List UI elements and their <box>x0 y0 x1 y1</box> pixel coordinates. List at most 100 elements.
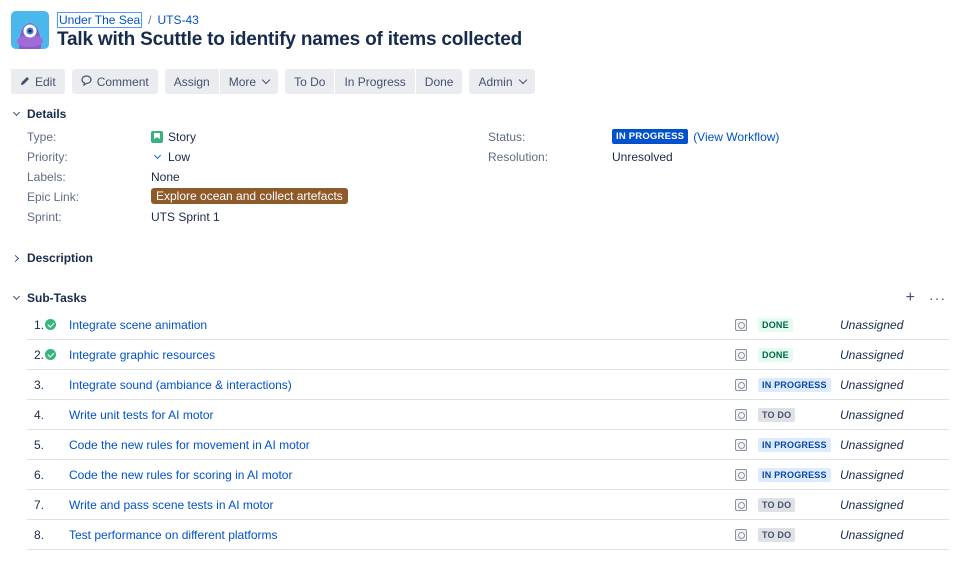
subtask-status-lozenge: TO DO <box>758 497 796 512</box>
type-value-text: Story <box>168 130 197 144</box>
breadcrumb-separator: / <box>148 13 152 27</box>
assign-button[interactable]: Assign <box>164 69 219 94</box>
resolution-label: Resolution: <box>488 150 549 164</box>
breadcrumb-issue-key-link[interactable]: UTS-43 <box>158 13 199 27</box>
chevron-down-icon <box>11 292 21 303</box>
to-do-button[interactable]: To Do <box>285 69 335 94</box>
subtask-number: 7. <box>34 497 45 512</box>
epic-lozenge[interactable]: Explore ocean and collect artefacts <box>151 188 348 204</box>
chevron-down-icon <box>11 108 21 119</box>
subtask-number: 5. <box>34 437 45 452</box>
details-heading: Details <box>27 107 67 121</box>
subtask-status-lozenge: TO DO <box>758 527 796 542</box>
comment-button-label: Comment <box>96 74 149 89</box>
subtask-number: 4. <box>34 407 45 422</box>
assignee-avatar-icon[interactable] <box>735 498 747 511</box>
assignee-avatar-icon[interactable] <box>735 438 747 451</box>
status-lozenge: IN PROGRESS <box>612 129 689 144</box>
assignee-avatar-icon[interactable] <box>735 468 747 481</box>
details-section-toggle[interactable]: Details <box>11 107 66 121</box>
epic-link-value: Explore ocean and collect artefacts <box>151 188 348 204</box>
priority-value-text: Low <box>168 150 191 164</box>
pencil-icon <box>20 75 30 89</box>
status-label: Status: <box>488 130 526 144</box>
more-button-label: More <box>228 74 257 89</box>
assignee-avatar-icon[interactable] <box>735 408 747 421</box>
status-value: IN PROGRESS (View Workflow) <box>612 129 779 144</box>
subtask-status-lozenge: IN PROGRESS <box>758 467 831 482</box>
subtask-assignee: Unassigned <box>840 497 904 512</box>
subtask-number: 1. <box>34 317 45 332</box>
view-workflow-link[interactable]: (View Workflow) <box>693 130 779 144</box>
subtask-number: 6. <box>34 467 45 482</box>
chevron-down-icon <box>518 75 527 85</box>
done-button[interactable]: Done <box>415 69 463 94</box>
subtask-summary-link[interactable]: Integrate sound (ambiance & interactions… <box>69 378 292 392</box>
subtask-status-lozenge: IN PROGRESS <box>758 437 831 452</box>
breadcrumb-project-link[interactable]: Under The Sea <box>57 12 143 28</box>
subtask-list: 1. Integrate scene animation DONE Unassigne… <box>27 310 949 550</box>
project-avatar[interactable] <box>11 11 49 49</box>
subtasks-section-toggle[interactable]: Sub-Tasks <box>11 291 87 305</box>
subtask-row[interactable]: 1. Integrate scene animation DONE Unassigne… <box>27 310 949 340</box>
subtask-number: 3. <box>34 377 45 392</box>
edit-button[interactable]: Edit <box>11 69 65 94</box>
more-icon[interactable]: ··· <box>929 291 946 305</box>
assign-more-group: Assign More <box>164 69 279 94</box>
admin-button[interactable]: Admin <box>469 69 535 94</box>
subtask-row[interactable]: 8. Test performance on different platform… <box>27 520 949 550</box>
subtask-number: 2. <box>34 347 45 362</box>
chevron-down-icon <box>261 75 271 85</box>
subtask-row[interactable]: 3. Integrate sound (ambiance & interactio… <box>27 370 949 400</box>
subtask-assignee: Unassigned <box>840 467 904 482</box>
subtask-assignee: Unassigned <box>840 437 904 452</box>
in-progress-button[interactable]: In Progress <box>335 69 415 94</box>
subtask-actions: + ··· <box>906 290 946 306</box>
subtask-assignee: Unassigned <box>840 377 904 392</box>
plus-icon[interactable]: + <box>906 290 915 306</box>
type-value: Story <box>151 130 196 144</box>
epic-link-label: Epic Link: <box>27 190 80 204</box>
assignee-avatar-icon[interactable] <box>735 318 747 331</box>
chevron-right-icon <box>11 253 21 263</box>
subtask-row[interactable]: 6. Code the new rules for scoring in AI m… <box>27 460 949 490</box>
page-title[interactable]: Talk with Scuttle to identify names of i… <box>57 29 522 51</box>
assignee-avatar-icon[interactable] <box>735 348 747 361</box>
subtask-summary-link[interactable]: Code the new rules for scoring in AI mot… <box>69 468 292 482</box>
more-button[interactable]: More <box>219 69 279 94</box>
labels-value: None <box>151 170 180 184</box>
breadcrumb: Under The Sea / UTS-43 <box>57 12 199 28</box>
subtask-row[interactable]: 5. Code the new rules for movement in AI … <box>27 430 949 460</box>
description-section-toggle[interactable]: Description <box>11 251 93 265</box>
edit-comment-group: Edit <box>11 69 65 94</box>
subtask-summary-link[interactable]: Code the new rules for movement in AI mo… <box>69 438 310 452</box>
subtask-summary-link[interactable]: Write and pass scene tests in AI motor <box>69 498 274 512</box>
comment-button[interactable]: Comment <box>71 69 158 94</box>
subtask-assignee: Unassigned <box>840 527 904 542</box>
priority-value: Low <box>151 150 190 164</box>
subtask-summary-link[interactable]: Test performance on different platforms <box>69 528 278 542</box>
done-check-icon <box>45 349 56 360</box>
subtask-number: 8. <box>34 527 45 542</box>
subtask-status-lozenge: DONE <box>758 317 793 332</box>
subtask-status-lozenge: TO DO <box>758 407 796 422</box>
sprint-value[interactable]: UTS Sprint 1 <box>151 210 220 224</box>
comment-icon <box>81 74 92 89</box>
story-icon <box>151 131 163 143</box>
subtask-status-lozenge: DONE <box>758 347 793 362</box>
subtask-summary-link[interactable]: Write unit tests for AI motor <box>69 408 214 422</box>
subtask-summary-link[interactable]: Integrate graphic resources <box>69 348 215 362</box>
subtask-row[interactable]: 2. Integrate graphic resources DONE Unassig… <box>27 340 949 370</box>
labels-label: Labels: <box>27 170 66 184</box>
resolution-value: Unresolved <box>612 150 673 164</box>
assignee-avatar-icon[interactable] <box>735 528 747 541</box>
subtask-summary-link[interactable]: Integrate scene animation <box>69 318 207 332</box>
workflow-group: To Do In Progress Done <box>285 69 463 94</box>
subtask-row[interactable]: 7. Write and pass scene tests in AI motor… <box>27 490 949 520</box>
subtask-assignee: Unassigned <box>840 317 904 332</box>
priority-label: Priority: <box>27 150 68 164</box>
admin-button-label: Admin <box>478 74 513 89</box>
sprint-label: Sprint: <box>27 210 62 224</box>
assignee-avatar-icon[interactable] <box>735 378 747 391</box>
subtask-row[interactable]: 4. Write unit tests for AI motor TO DO Unas… <box>27 400 949 430</box>
